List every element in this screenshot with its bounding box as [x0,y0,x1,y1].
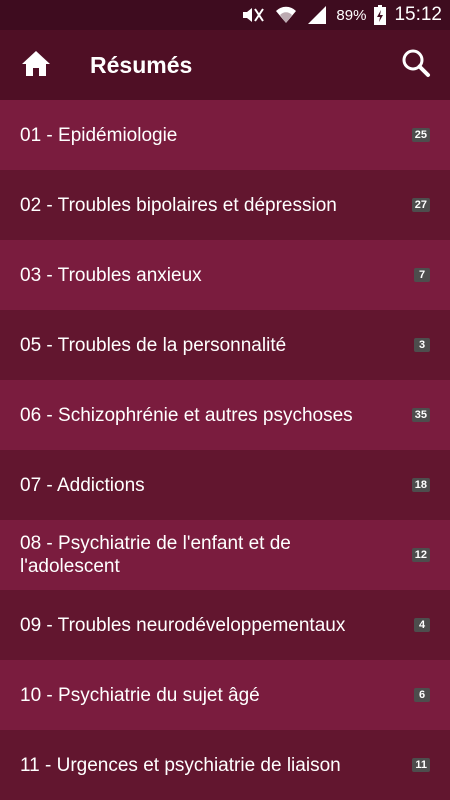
list-item-label: 03 - Troubles anxieux [20,264,202,286]
app-bar: Résumés [0,30,450,100]
list-item-label: 11 - Urgences et psychiatrie de liaison [20,754,341,776]
count-badge: 25 [411,128,430,142]
wifi-icon [274,5,298,25]
count-badge: 3 [414,338,430,352]
count-badge: 18 [411,478,430,492]
clock: 15:12 [394,4,442,25]
list-item-label: 10 - Psychiatrie du sujet âgé [20,684,260,706]
home-icon [21,49,51,82]
list-item-label: 02 - Troubles bipolaires et dépression [20,194,337,216]
list-item-label: 01 - Epidémiologie [20,124,178,146]
summary-list: 01 - Epidémiologie 25 02 - Troubles bipo… [0,100,450,800]
list-item[interactable]: 10 - Psychiatrie du sujet âgé 6 [0,660,450,730]
count-badge: 7 [414,268,430,282]
search-icon [401,48,431,83]
battery-icon [374,5,387,25]
count-badge: 6 [414,688,430,702]
list-item-label: 09 - Troubles neurodéveloppementaux [20,614,346,636]
list-item[interactable]: 07 - Addictions 18 [0,450,450,520]
home-button[interactable] [14,43,58,87]
mute-icon [240,5,266,25]
list-item[interactable]: 09 - Troubles neurodéveloppementaux 4 [0,590,450,660]
list-item[interactable]: 08 - Psychiatrie de l'enfant et de l'ado… [0,520,450,590]
list-item-label: 06 - Schizophrénie et autres psychoses [20,404,353,426]
list-item[interactable]: 05 - Troubles de la personnalité 3 [0,310,450,380]
count-badge: 12 [411,548,430,562]
list-item[interactable]: 06 - Schizophrénie et autres psychoses 3… [0,380,450,450]
list-item[interactable]: 01 - Epidémiologie 25 [0,100,450,170]
list-item[interactable]: 03 - Troubles anxieux 7 [0,240,450,310]
signal-icon [306,5,328,25]
list-item[interactable]: 02 - Troubles bipolaires et dépression 2… [0,170,450,240]
count-badge: 11 [412,758,430,772]
page-title: Résumés [90,51,193,78]
list-item-label: 05 - Troubles de la personnalité [20,334,287,356]
list-item-label: 07 - Addictions [20,474,145,496]
list-item-label: 08 - Psychiatrie de l'enfant et de l'ado… [20,533,291,577]
battery-percent: 89% [336,6,367,24]
count-badge: 27 [411,198,430,212]
count-badge: 4 [414,618,430,632]
list-item[interactable]: 11 - Urgences et psychiatrie de liaison … [0,730,450,800]
search-button[interactable] [394,43,438,87]
status-bar: 89% 15:12 [0,0,450,30]
count-badge: 35 [411,408,430,422]
